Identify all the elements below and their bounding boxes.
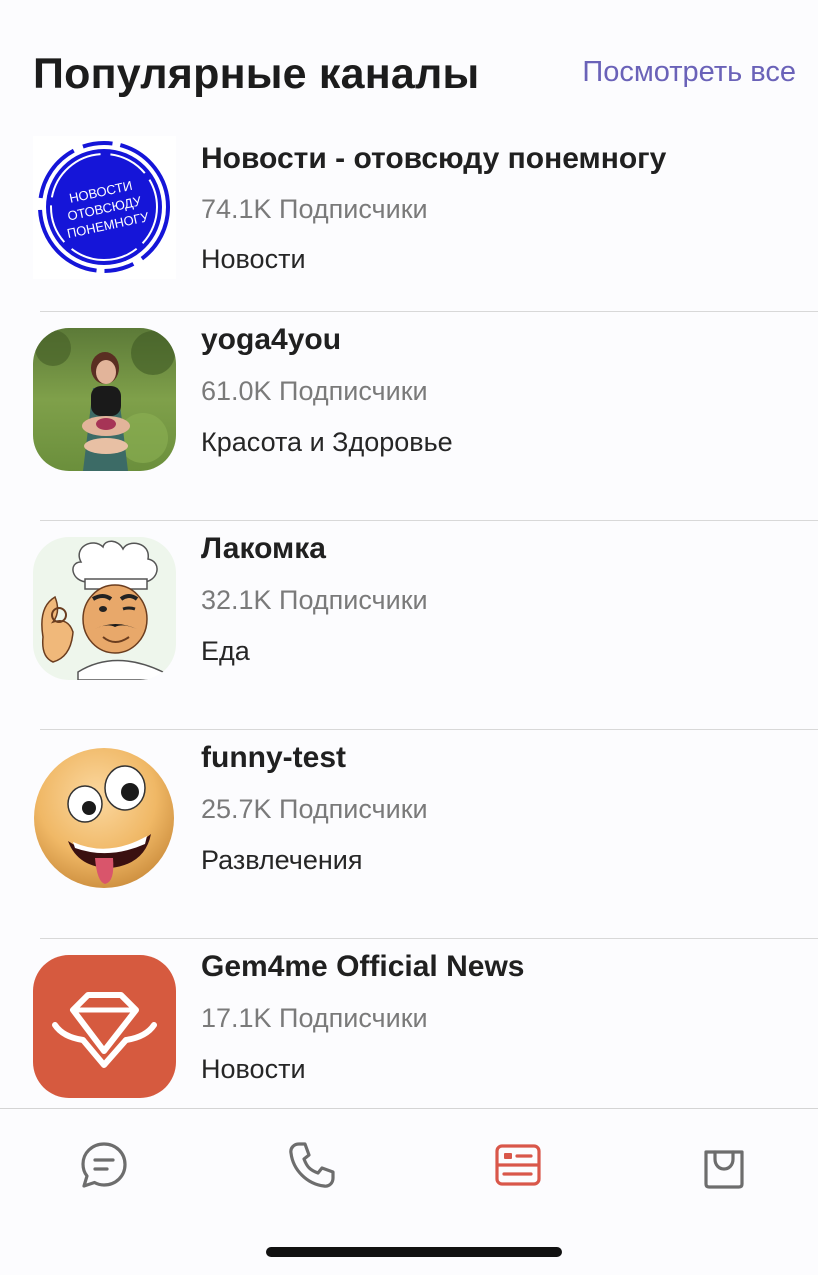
- see-all-link[interactable]: Посмотреть все: [582, 56, 796, 89]
- yoga-photo: [33, 328, 176, 471]
- channel-name: Gem4me Official News: [201, 950, 525, 983]
- channel-category: Еда: [201, 636, 250, 666]
- channel-item[interactable]: yoga4you 61.0K Подписчики Красота и Здор…: [0, 312, 818, 521]
- nav-shop[interactable]: [694, 1135, 754, 1195]
- subscriber-count: 61.0K Подписчики: [201, 376, 428, 406]
- subscriber-count: 32.1K Подписчики: [201, 585, 428, 615]
- channels-icon: [495, 1144, 541, 1186]
- bottom-nav: [0, 1108, 818, 1275]
- subscriber-count: 25.7K Подписчики: [201, 794, 428, 824]
- gem-logo-icon: [33, 955, 176, 1098]
- phone-icon: [289, 1142, 335, 1188]
- news-badge-icon: НОВОСТИ ОТОВСЮДУ ПОНЕМНОГУ: [33, 136, 176, 279]
- channel-item[interactable]: funny-test 25.7K Подписчики Развлечения: [0, 730, 818, 939]
- channel-list: НОВОСТИ ОТОВСЮДУ ПОНЕМНОГУ Новости - ото…: [0, 128, 818, 1148]
- channel-item[interactable]: НОВОСТИ ОТОВСЮДУ ПОНЕМНОГУ Новости - ото…: [0, 128, 818, 312]
- home-indicator[interactable]: [266, 1247, 562, 1257]
- subscriber-count: 17.1K Подписчики: [201, 1003, 428, 1033]
- page-title: Популярные каналы: [33, 50, 480, 98]
- channel-item[interactable]: Лакомка 32.1K Подписчики Еда: [0, 521, 818, 730]
- nav-chats[interactable]: [74, 1135, 134, 1195]
- channel-category: Развлечения: [201, 845, 363, 875]
- channel-category: Красота и Здоровье: [201, 427, 453, 457]
- tongue-emoji: [33, 746, 176, 889]
- channel-category: Новости: [201, 244, 306, 274]
- nav-calls[interactable]: [281, 1135, 341, 1195]
- channel-name: yoga4you: [201, 323, 342, 356]
- channel-name: Новости - отовсюду понемногу: [201, 142, 667, 175]
- section-header: Популярные каналы Посмотреть все: [0, 0, 818, 128]
- chef-illustration: [33, 537, 176, 680]
- nav-channels[interactable]: [488, 1135, 548, 1195]
- channel-name: funny-test: [201, 741, 346, 774]
- channel-name: Лакомка: [201, 532, 326, 565]
- shopping-bag-icon: [704, 1150, 744, 1189]
- channel-category: Новости: [201, 1054, 306, 1084]
- subscriber-count: 74.1K Подписчики: [201, 194, 428, 224]
- chat-icon: [81, 1142, 127, 1188]
- popular-channels-screen: Популярные каналы Посмотреть все НОВОСТИ…: [0, 0, 818, 1275]
